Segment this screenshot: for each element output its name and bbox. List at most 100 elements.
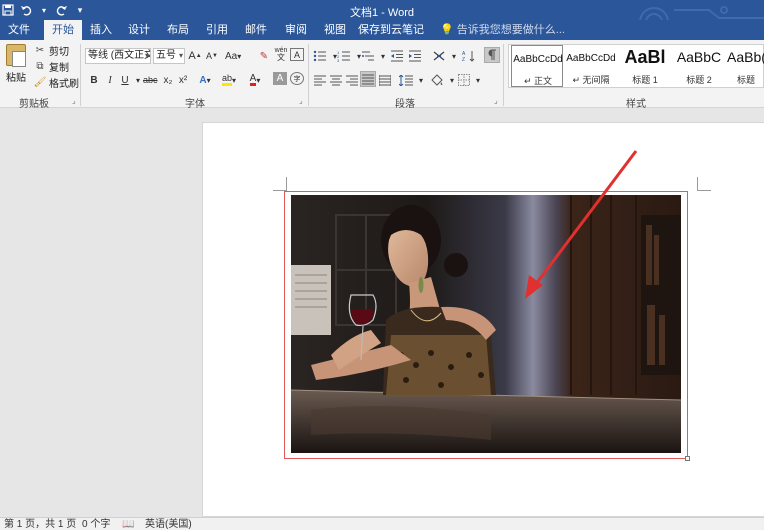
chevron-down-icon: ▾ [178,51,183,60]
tab-layout[interactable]: 布局 [161,20,195,40]
style-heading-1[interactable]: AaBl 标题 1 [619,45,671,87]
distributed-icon[interactable] [378,72,392,88]
font-size-value: 五号 [156,50,176,61]
svg-text:3: 3 [337,58,340,62]
underline-button[interactable]: U [118,72,132,88]
red-arrow-annotation-icon [525,150,638,299]
document-page[interactable] [202,122,764,517]
ribbon-tabs: 文件 开始 插入 设计 布局 引用 邮件 审阅 视图 保存到云笔记 💡 告诉我您… [0,20,764,40]
format-painter-button[interactable]: 🖌 格式刷 [33,75,79,90]
margin-mark [273,177,287,191]
tab-review[interactable]: 审阅 [279,20,313,40]
font-name-value: 等线 (西文正文) [88,50,151,61]
tell-me-box[interactable]: 💡 告诉我您想要做什么... [440,20,565,40]
page-count[interactable]: 第 1 页，共 1 页 [4,518,76,530]
status-bar: 第 1 页，共 1 页 0 个字 📖 英语(美国) [0,517,764,530]
increase-indent-icon[interactable] [408,48,422,64]
line-spacing-icon[interactable] [399,72,413,88]
font-group-label: 字体 [185,99,205,110]
align-left-icon[interactable] [313,72,327,88]
change-case-button[interactable]: Aa ▾ [225,48,241,64]
tab-file[interactable]: 文件 [0,20,38,40]
style-heading-2[interactable]: AaBbC 标题 2 [673,45,725,87]
style-title[interactable]: AaBb( 标题 [727,45,764,87]
tab-home[interactable]: 开始 [44,20,82,40]
document-area [0,109,764,517]
chinese-layout-icon[interactable] [432,48,446,64]
resize-handle[interactable] [685,456,690,461]
paste-label: 粘贴 [6,73,26,84]
tab-view[interactable]: 视图 [318,20,352,40]
shading-icon[interactable] [430,72,444,88]
highlighter-icon: ab [222,74,233,86]
tell-me-placeholder: 告诉我您想要做什么... [456,24,565,36]
font-color-icon: A [249,73,257,86]
style-no-spacing[interactable]: AaBbCcDd ↵ 无间隔 [565,45,617,87]
numbering-icon[interactable]: 123 [337,48,351,64]
chevron-down-icon: ▾ [144,51,149,60]
tab-mailings[interactable]: 邮件 [239,20,273,40]
character-border-button[interactable]: A [290,48,304,61]
font-launcher-icon[interactable]: ⌟ [299,97,307,105]
ribbon: 粘贴 ✂ 剪切 ⧉ 复制 🖌 格式刷 剪贴板 ⌟ 等线 (西文正文) ▾ 五号 … [0,40,764,110]
proofing-icon[interactable]: 📖 [122,518,134,530]
clipboard-launcher-icon[interactable]: ⌟ [72,97,80,105]
character-border-label: A [293,49,300,60]
show-formatting-marks-icon[interactable] [484,47,500,63]
tab-cloud-notes[interactable]: 保存到云笔记 [358,20,424,40]
style-normal[interactable]: AaBbCcDd ↵ 正文 [511,45,563,87]
grow-font-button[interactable]: A ▲ [188,48,202,64]
styles-gallery: AaBbCcDd ↵ 正文 AaBbCcDd ↵ 无间隔 AaBl 标题 1 A… [508,44,764,88]
title-bar: ▾ ▾ 文档1 - Word [0,0,764,37]
format-painter-label: 格式刷 [49,78,79,90]
sort-icon[interactable]: AZ [462,48,476,64]
bullets-icon[interactable] [313,48,327,64]
decrease-indent-icon[interactable] [390,48,404,64]
format-painter-icon: 🖌 [33,76,47,88]
subscript-button[interactable]: x₂ [161,72,175,88]
multilevel-list-icon[interactable] [361,48,375,64]
cut-button[interactable]: ✂ 剪切 [34,43,69,58]
group-divider [503,44,504,106]
align-center-icon[interactable] [329,72,343,88]
font-name-combo[interactable]: 等线 (西文正文) ▾ [85,48,151,64]
style-name: ↵ 无间隔 [572,75,610,85]
scissors-icon: ✂ [35,44,45,56]
enclose-characters-button[interactable]: 字 [290,72,304,85]
change-case-label: Aa [225,50,238,62]
language-indicator[interactable]: 英语(美国) [145,518,192,530]
bold-button[interactable]: B [87,72,101,88]
chevron-down-icon[interactable]: ▾ [376,48,390,64]
justify-icon[interactable] [360,71,376,87]
highlight-button[interactable]: ab ▾ [222,72,236,88]
shrink-font-button[interactable]: A ▼ [205,48,219,64]
chevron-down-icon[interactable]: ▾ [447,48,461,64]
clear-format-icon[interactable]: ✎ [257,48,271,64]
text-effects-button[interactable]: A ▾ [198,72,212,88]
underline-label: U [121,74,129,86]
font-size-combo[interactable]: 五号 ▾ [153,48,185,64]
paragraph-launcher-icon[interactable]: ⌟ [494,97,502,105]
tab-insert[interactable]: 插入 [84,20,118,40]
style-sample: AaBbCcDd [513,54,563,65]
text-effects-label: A [199,74,207,86]
italic-button[interactable]: I [103,72,117,88]
chevron-down-icon[interactable]: ▾ [414,72,428,88]
align-right-icon[interactable] [345,72,359,88]
borders-icon[interactable] [457,72,471,88]
chevron-down-icon[interactable]: ▾ [471,72,485,88]
paste-button[interactable]: 粘贴 [4,44,28,92]
paragraph-group-label: 段落 [395,99,415,110]
font-color-button[interactable]: A ▾ [248,72,262,88]
tab-references[interactable]: 引用 [200,20,234,40]
styles-group-label: 样式 [626,99,646,110]
margin-mark [697,177,711,191]
tab-design[interactable]: 设计 [122,20,156,40]
superscript-button[interactable]: x² [176,72,190,88]
copy-button[interactable]: ⧉ 复制 [34,59,69,74]
style-sample: AaBl [624,47,666,67]
strikethrough-button[interactable]: abc [143,72,158,88]
word-count[interactable]: 0 个字 [82,518,110,530]
character-shading-button[interactable]: A [273,72,287,85]
phonetic-guide-button[interactable]: wén 文 [274,46,288,62]
